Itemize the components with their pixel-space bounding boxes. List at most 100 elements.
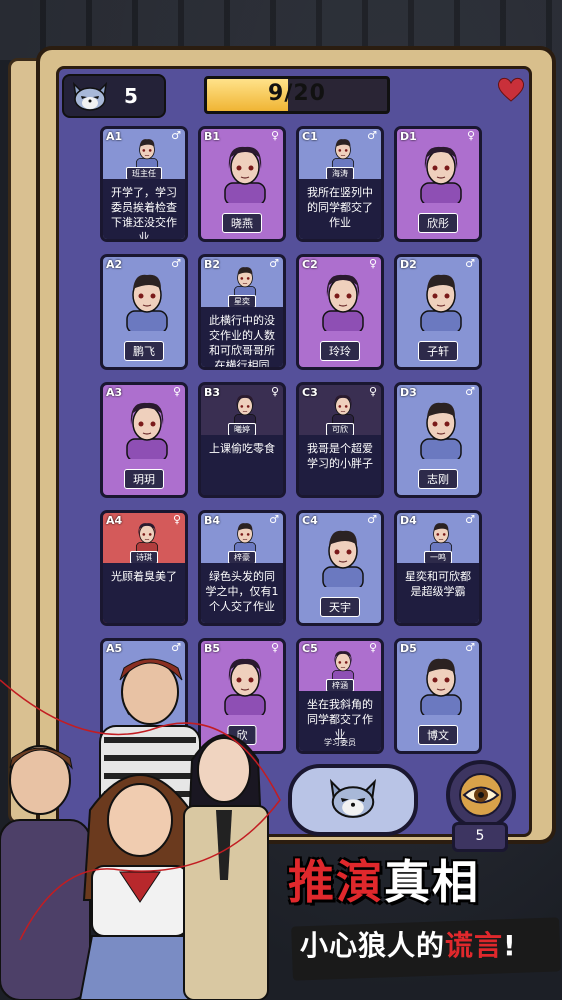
card-d3[interactable]: D3 ♂ 志刚 [394,382,482,498]
character-girl-right [183,734,269,1000]
card-b4[interactable]: B4 ♂ 梓豪 绿色头发的同学之中，仅有1个人交了作业 [198,510,286,626]
card-id: B1 [204,130,221,143]
card-statement: 此横行中的没交作业的人数和可欣哥哥所在横行相同 [201,307,283,367]
eye-icon [459,773,503,817]
card-name: 鹏飞 [124,341,164,361]
card-name: 晓燕 [222,213,262,233]
card-sub-tag: 学习委员 [324,738,356,747]
female-icon: ♀ [270,385,279,398]
card-d2[interactable]: D2 ♂ 子轩 [394,254,482,370]
card-id: A2 [106,258,123,271]
portrait-icon [331,139,355,169]
portrait-icon [233,523,257,553]
male-icon: ♂ [465,513,475,526]
card-d4[interactable]: D4 ♂ 一鸣 星奕和可欣都是超级学霸 [394,510,482,626]
banner-title-white: 真相 [384,855,480,909]
card-b1[interactable]: B1 ♀ 晓燕 [198,126,286,242]
male-icon: ♂ [171,129,181,142]
female-icon: ♀ [172,385,181,398]
heart-icon[interactable] [496,74,526,104]
card-id: B4 [204,514,221,527]
card-d1[interactable]: D1 ♀ 欣彤 [394,126,482,242]
portrait-icon [126,402,168,459]
card-id: C1 [302,130,318,143]
portrait-icon [233,267,257,297]
card-d5[interactable]: D5 ♂ 博文 [394,638,482,754]
card-id: C2 [302,258,318,271]
portrait-icon [322,274,364,331]
card-name: 博文 [418,725,458,745]
progress-bar: 9/20 [204,76,390,114]
card-name: 志刚 [418,469,458,489]
card-c3[interactable]: C3 ♀ 可欣 我哥是个超爱学习的小胖子 [296,382,384,498]
portrait-icon [322,530,364,587]
banner-title: 推演真相 [288,846,558,916]
card-name: 子轩 [418,341,458,361]
female-icon: ♀ [368,385,377,398]
portrait-icon [420,402,462,459]
female-icon: ♀ [368,641,377,654]
card-id: B2 [204,258,221,271]
cat-hint-counter[interactable]: 5 [62,74,166,118]
card-id: D4 [400,514,417,527]
card-name: 天宇 [320,597,360,617]
portrait-icon [224,146,266,203]
banner-subtitle: 小心狼人的谎言! [300,924,517,964]
male-icon: ♂ [269,257,279,270]
card-a1[interactable]: A1 ♂ 班主任 开学了，学习委员挨着检查下谁还没交作业 [100,126,188,242]
character-boy-left [0,745,91,1000]
banner-title-red: 推演 [288,855,384,909]
card-a4[interactable]: A4 ♀ 诗琪 光顾着臭美了 [100,510,188,626]
card-b2[interactable]: B2 ♂ 星奕 此横行中的没交作业的人数和可欣哥哥所在横行相同 [198,254,286,370]
card-name: 玥玥 [124,469,164,489]
card-id: A1 [106,130,123,143]
female-icon: ♀ [270,129,279,142]
portrait-icon [135,139,159,169]
portrait-icon [233,395,257,425]
card-c2[interactable]: C2 ♀ 玲玲 [296,254,384,370]
card-name: 欣彤 [418,213,458,233]
portrait-icon [331,395,355,425]
character-girl-center [78,774,202,1000]
portrait-icon [429,523,453,553]
card-statement: 我所在竖列中的同学都交了作业 [299,179,381,239]
portrait-icon [420,146,462,203]
card-statement: 光顾着臭美了 [103,563,185,623]
portrait-icon [135,523,159,553]
card-id: B3 [204,386,221,399]
female-icon: ♀ [466,129,475,142]
card-c1[interactable]: C1 ♂ 海涛 我所在竖列中的同学都交了作业 [296,126,384,242]
card-statement: 绿色头发的同学之中，仅有1个人交了作业 [201,563,283,623]
card-id: C4 [302,514,318,527]
banner-subtitle-end: ! [503,929,517,962]
portrait-icon [126,274,168,331]
banner-subtitle-red: 谎言 [445,929,504,962]
male-icon: ♂ [269,513,279,526]
cat-icon [329,778,377,818]
card-c5[interactable]: C5 ♀ 梓涵 坐在我斜角的同学都交了作业 学习委员 [296,638,384,754]
female-icon: ♀ [368,257,377,270]
card-b3[interactable]: B3 ♀ 曦婷 上课偷吃零食 [198,382,286,498]
cat-icon [72,81,108,111]
card-id: C3 [302,386,318,399]
card-statement: 上课偷吃零食 [201,435,283,495]
card-c4[interactable]: C4 ♂ 天宇 [296,510,384,626]
cat-count: 5 [124,84,138,108]
female-icon: ♀ [172,513,181,526]
card-a3[interactable]: A3 ♀ 玥玥 [100,382,188,498]
banner-subtitle-white: 小心狼人的 [300,929,446,962]
male-icon: ♂ [367,129,377,142]
card-statement: 我哥是个超爱学习的小胖子 [299,435,381,495]
cat-hint-button[interactable] [288,764,418,836]
portrait-icon [420,658,462,715]
card-id: C5 [302,642,318,655]
progress-label: 9/20 [268,81,326,106]
portrait-icon [331,651,355,681]
card-a2[interactable]: A2 ♂ 鹏飞 [100,254,188,370]
card-name: 玲玲 [320,341,360,361]
card-statement: 星奕和可欣都是超级学霸 [397,563,479,623]
reveal-eye-button[interactable] [446,760,516,830]
card-id: A4 [106,514,123,527]
characters-illustration [0,658,281,1000]
card-id: A3 [106,386,123,399]
